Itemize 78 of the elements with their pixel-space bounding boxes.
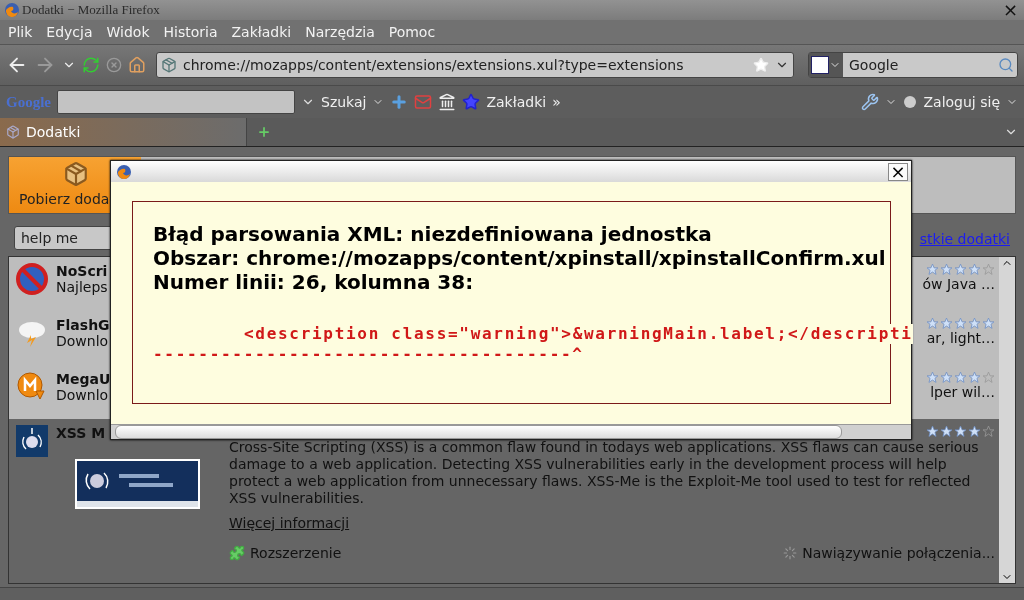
menu-item[interactable]: Zakładki — [231, 24, 292, 40]
menu-item[interactable]: Historia — [163, 24, 218, 40]
star-icon — [982, 263, 995, 276]
stop-icon[interactable] — [106, 57, 122, 73]
addon-description: Downlo — [56, 333, 109, 349]
menu-item[interactable]: Narzędzia — [305, 24, 375, 40]
star-icon — [926, 425, 939, 438]
search-button[interactable]: Szukaj — [321, 94, 367, 110]
address-field[interactable]: chrome://mozapps/content/extensions/extensions.xul?type=extensions — [156, 52, 794, 78]
status-dot-icon — [903, 95, 918, 109]
more-button[interactable]: » — [552, 94, 561, 110]
star-icon — [954, 263, 967, 276]
close-button[interactable]: × — [1000, 2, 1020, 18]
star-icon[interactable] — [462, 93, 481, 111]
bookmarks-button[interactable]: Zakładki — [486, 94, 547, 110]
search-field[interactable]: Google — [808, 52, 1018, 78]
star-icon — [968, 263, 981, 276]
addon-description: lper wil… — [930, 384, 995, 400]
menu-item[interactable]: Plik — [8, 24, 33, 40]
star-icon — [968, 425, 981, 438]
home-icon[interactable] — [128, 56, 146, 74]
engine-button[interactable] — [809, 53, 843, 77]
reload-icon[interactable] — [82, 56, 100, 74]
search-icon[interactable] — [998, 57, 1014, 73]
addon-description: Cross-Site Scripting (XSS) is a common flaw found in todays web applications. XSS flaws can cause serious damage to a web application. Detecting XSS vulnerabilities early in the development process will help protect a web application from unnecessary flaws. XSS-Me is the Exploit-Me tool used to test for reflected XSS vulnerabilities. — [229, 439, 980, 507]
star-icon — [982, 371, 995, 384]
addon-name: XSS M — [56, 425, 106, 441]
menu-item[interactable]: Edycja — [46, 24, 93, 40]
page-icon — [161, 57, 177, 73]
sign-in-button[interactable]: Zaloguj się — [923, 94, 1000, 110]
star-icon — [926, 371, 939, 384]
page-icon — [6, 125, 20, 139]
star-icon — [954, 317, 967, 330]
error-message: Numer linii: 26, kolumna 38: — [153, 270, 474, 294]
star-icon — [954, 425, 967, 438]
toolbar-search-field[interactable] — [57, 90, 295, 114]
menu-item[interactable]: Pomoc — [388, 24, 436, 40]
star-icon — [954, 371, 967, 384]
close-button[interactable]: × — [888, 162, 908, 181]
star-icon — [940, 317, 953, 330]
addon-description: ów Java … — [922, 276, 995, 292]
addon-description: Najleps — [56, 279, 108, 295]
spinner-icon — [783, 546, 798, 560]
star-icon — [982, 425, 995, 438]
fox-globe-icon — [116, 163, 132, 180]
star-icon — [940, 263, 953, 276]
addon-description: ar, light… — [926, 330, 995, 346]
more-info-link[interactable]: Więcej informacji — [229, 515, 995, 531]
star-icon — [940, 371, 953, 384]
addon-name: MegaU — [56, 371, 111, 387]
new-tab-icon[interactable] — [257, 125, 271, 139]
addon-description: Downlo — [56, 387, 109, 403]
star-icon — [926, 263, 939, 276]
addon-name: FlashG — [56, 317, 110, 333]
bank-icon[interactable] — [438, 93, 457, 111]
horizontal-scrollbar[interactable] — [111, 424, 911, 439]
engine-icon — [811, 56, 829, 74]
tab[interactable]: Dodatki — [0, 118, 247, 146]
wrench-icon[interactable] — [861, 93, 880, 111]
star-icon — [968, 371, 981, 384]
box-icon — [63, 161, 89, 187]
scrollbar[interactable] — [999, 257, 1015, 583]
addon-type: Rozszerzenie — [250, 545, 342, 561]
star-icon — [926, 317, 939, 330]
mail-icon[interactable] — [414, 93, 433, 111]
prohibited-icon — [16, 263, 48, 295]
puzzle-icon — [229, 545, 245, 561]
plus-icon[interactable] — [390, 93, 409, 111]
window-title: Dodatki − Mozilla Firefox — [22, 2, 161, 18]
star-icon — [968, 317, 981, 330]
menu-item[interactable]: Widok — [106, 24, 150, 40]
fox-globe-icon — [4, 2, 20, 18]
star-icon — [982, 317, 995, 330]
status-text: Nawiązywanie połączenia... — [802, 545, 995, 561]
globe-icon — [16, 425, 48, 457]
addon-name: NoScri — [56, 263, 108, 279]
star-icon — [940, 425, 953, 438]
toolbar-logo: Google — [6, 93, 51, 111]
